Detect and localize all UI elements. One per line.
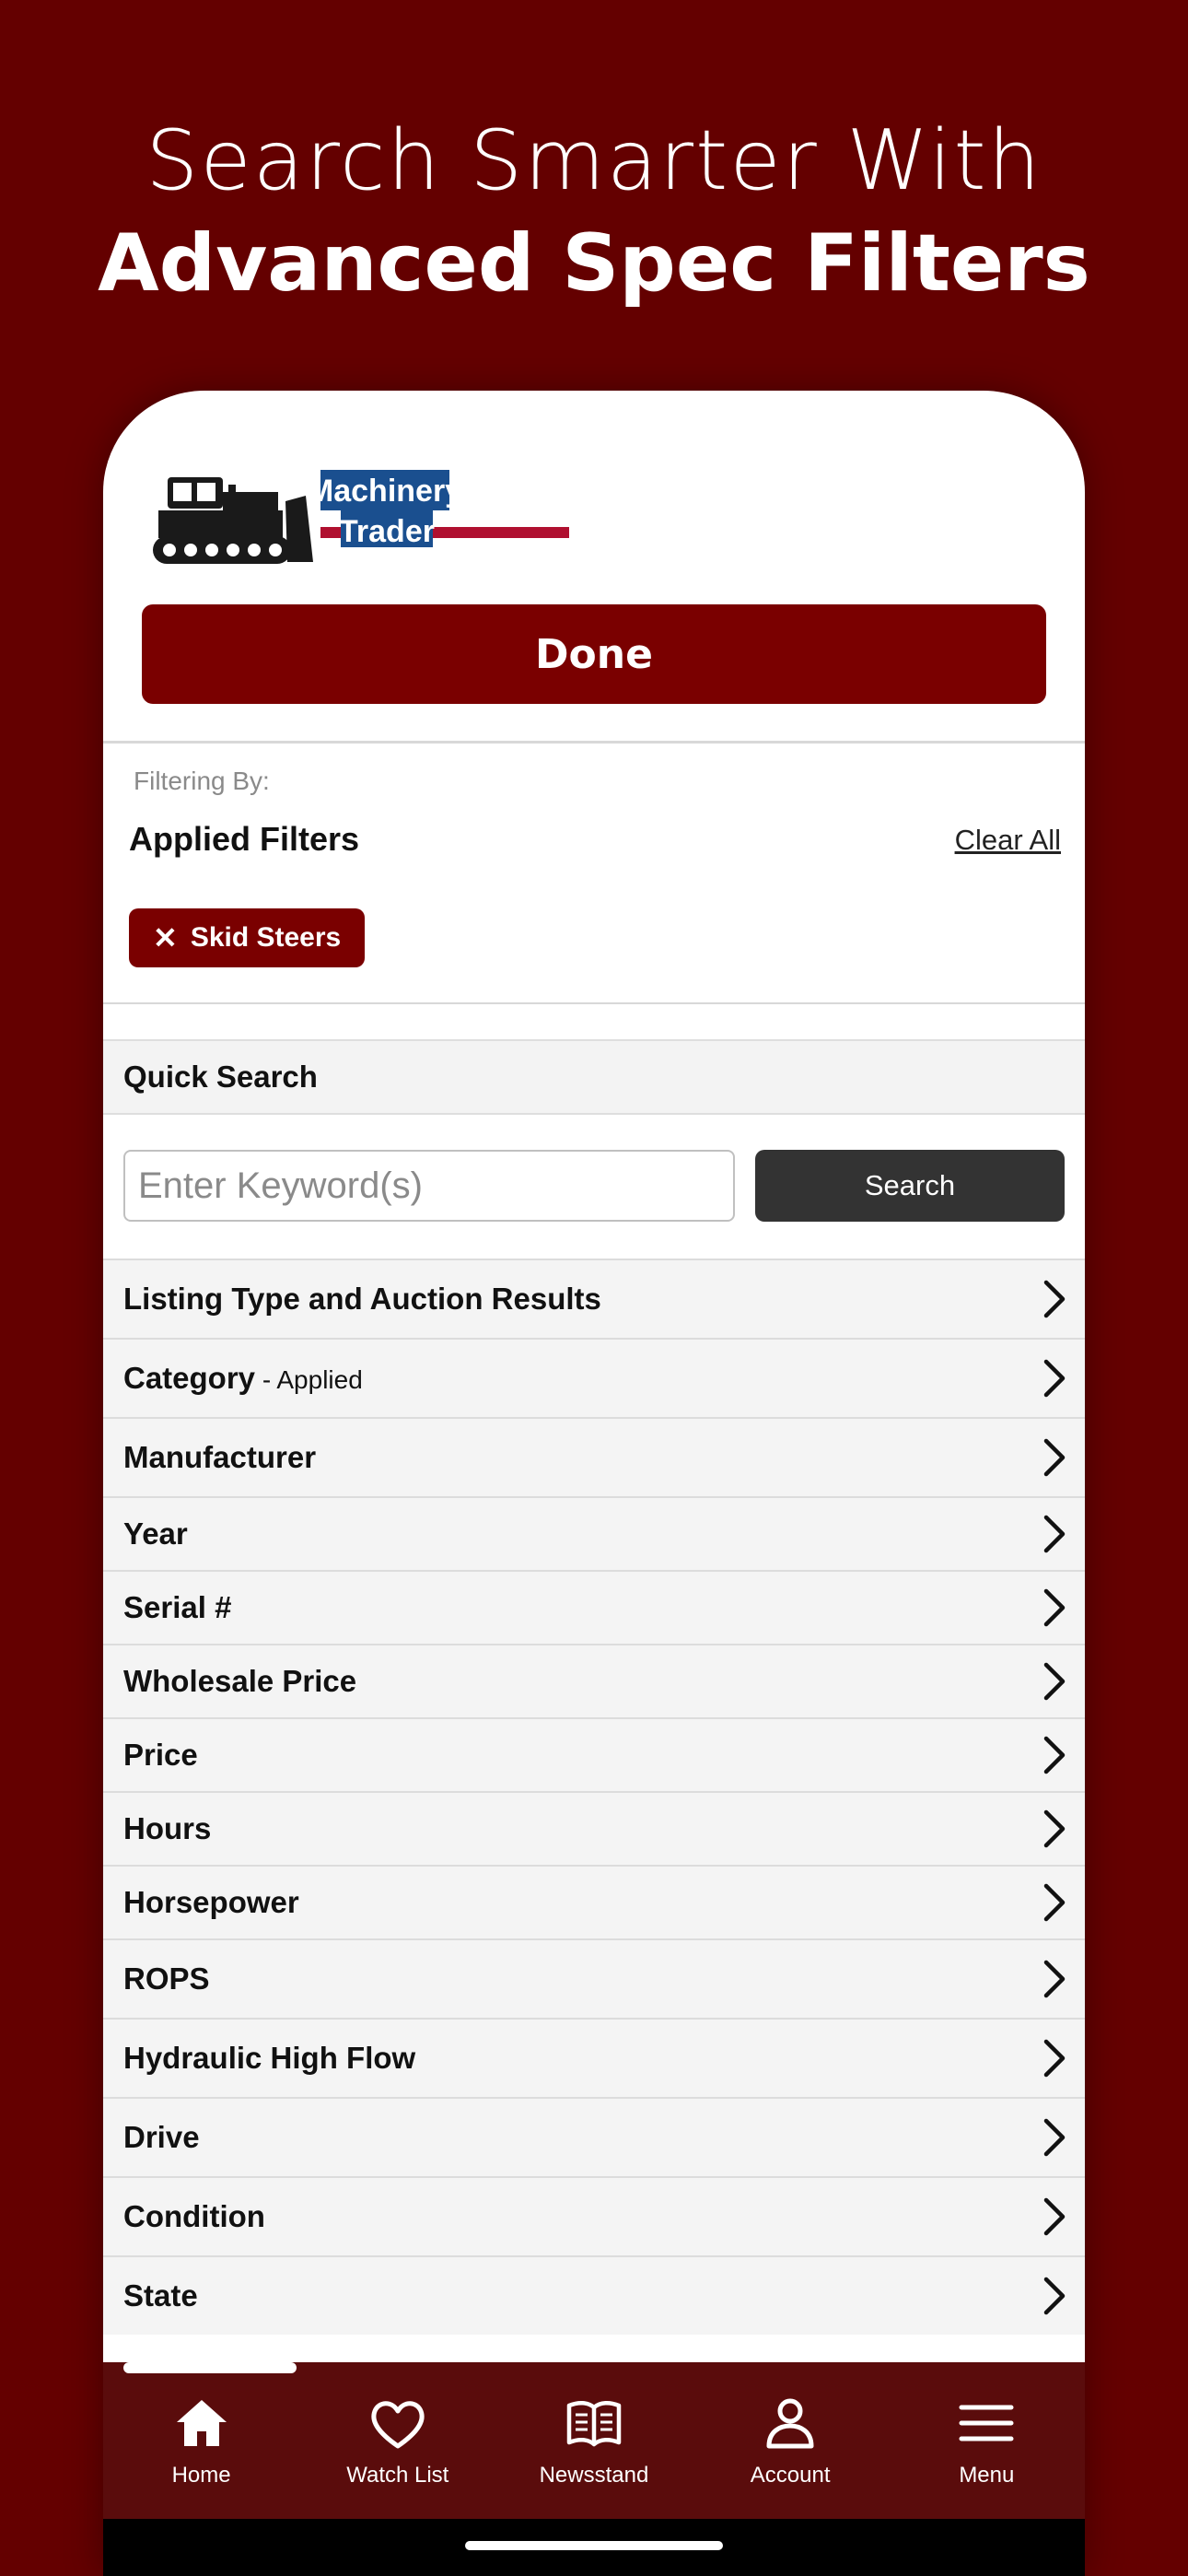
headline-line-2: Advanced Spec Filters (98, 217, 1090, 310)
nav-item-menu[interactable]: Menu (894, 2393, 1078, 2488)
filter-row-label: Price (123, 1738, 198, 1772)
filter-row[interactable]: Horsepower (103, 1865, 1085, 1938)
filter-row-label: Hours (123, 1811, 212, 1845)
nav-label: Home (171, 2463, 231, 2488)
nav-label: Account (750, 2463, 831, 2488)
home-icon (176, 2400, 227, 2446)
filter-row[interactable]: ROPS (103, 1938, 1085, 2018)
nav-item-watch-list[interactable]: Watch List (306, 2393, 490, 2488)
filter-row-label: Wholesale Price (123, 1664, 357, 1698)
filter-row-label-group: Category - Applied (123, 1361, 1041, 1396)
filter-row-status: - Applied (255, 1365, 363, 1394)
nav-label: Newsstand (539, 2463, 649, 2488)
done-button[interactable]: Done (142, 604, 1046, 704)
chevron-right-icon (1043, 1662, 1066, 1701)
active-tab-indicator (123, 2362, 297, 2373)
heart-icon (371, 2401, 425, 2449)
filtering-by-label: Filtering By: (134, 767, 270, 795)
filter-row[interactable]: Serial # (103, 1570, 1085, 1644)
chevron-right-icon (1043, 2118, 1066, 2157)
chevron-right-icon (1043, 1515, 1066, 1553)
quick-search-header: Quick Search (103, 1039, 1085, 1115)
home-indicator[interactable] (465, 2541, 723, 2550)
nav-item-newsstand[interactable]: Newsstand (502, 2393, 686, 2488)
filter-row-label: Listing Type and Auction Results (123, 1282, 601, 1316)
phone-screen: Machinery Trader Done Filtering By: Appl… (103, 391, 1085, 2576)
filter-row-label: Serial # (123, 1590, 232, 1624)
nav-item-account[interactable]: Account (698, 2393, 882, 2488)
divider (103, 741, 1085, 744)
filter-row[interactable]: Year (103, 1496, 1085, 1570)
clear-all-link[interactable]: Clear All (955, 824, 1061, 857)
filter-row[interactable]: State (103, 2255, 1085, 2335)
keyword-search-input[interactable] (123, 1150, 735, 1222)
filter-row-label: Category (123, 1361, 256, 1395)
chevron-right-icon (1043, 2197, 1066, 2236)
filter-row-label: Hydraulic High Flow (123, 2041, 416, 2075)
divider (103, 1002, 1085, 1004)
filter-row[interactable]: Drive (103, 2097, 1085, 2176)
chevron-right-icon (1043, 1280, 1066, 1318)
headline-line-1: Search Smarter With (146, 112, 1042, 209)
chevron-right-icon (1043, 1359, 1066, 1398)
filter-row-label: Manufacturer (123, 1440, 317, 1474)
nav-item-home[interactable]: Home (110, 2393, 294, 2488)
chevron-right-icon (1043, 1809, 1066, 1848)
logo-text-trader: Trader (339, 514, 435, 549)
filter-list: Listing Type and Auction Results Category… (103, 1259, 1085, 2335)
chevron-right-icon (1043, 2039, 1066, 2078)
filter-row[interactable]: Condition (103, 2176, 1085, 2255)
chevron-right-icon (1043, 1736, 1066, 1774)
filter-row[interactable]: Manufacturer (103, 1417, 1085, 1496)
user-icon (766, 2398, 814, 2449)
filter-row[interactable]: Hydraulic High Flow (103, 2018, 1085, 2097)
filter-row-label: Horsepower (123, 1885, 299, 1919)
nav-label: Menu (959, 2463, 1015, 2488)
search-button[interactable]: Search (755, 1150, 1065, 1222)
logo-text-machinery: Machinery (308, 474, 462, 509)
filter-row-label: Drive (123, 2120, 200, 2154)
filter-row-label: ROPS (123, 1961, 210, 1996)
filter-row[interactable]: Category - Applied (103, 1338, 1085, 1417)
filter-row[interactable]: Price (103, 1717, 1085, 1791)
book-icon (566, 2401, 622, 2447)
chevron-right-icon (1043, 1960, 1066, 1998)
filter-row-label: Condition (123, 2199, 265, 2233)
menu-icon (959, 2405, 1014, 2441)
promo-headline: Search Smarter With Advanced Spec Filter… (0, 111, 1188, 315)
filter-row-label: Year (123, 1516, 188, 1551)
filter-row[interactable]: Hours (103, 1791, 1085, 1865)
logo-graphic: Machinery Trader (153, 470, 569, 564)
filter-row-label: State (123, 2278, 198, 2313)
remove-chip-icon[interactable]: ✕ (153, 920, 178, 955)
machinery-trader-logo: Machinery Trader (149, 464, 573, 575)
filter-chip-label: Skid Steers (190, 922, 342, 953)
chevron-right-icon (1043, 2277, 1066, 2315)
filter-row[interactable]: Listing Type and Auction Results (103, 1259, 1085, 1338)
bottom-navigation: Home Watch List Newsstand Account Menu (103, 2362, 1085, 2519)
chevron-right-icon (1043, 1588, 1066, 1627)
nav-label: Watch List (346, 2463, 449, 2488)
filter-chip-skid-steers[interactable]: ✕ Skid Steers (129, 908, 366, 967)
chevron-right-icon (1043, 1883, 1066, 1922)
applied-filters-title: Applied Filters (129, 820, 360, 858)
filter-row[interactable]: Wholesale Price (103, 1644, 1085, 1717)
chevron-right-icon (1043, 1438, 1066, 1477)
